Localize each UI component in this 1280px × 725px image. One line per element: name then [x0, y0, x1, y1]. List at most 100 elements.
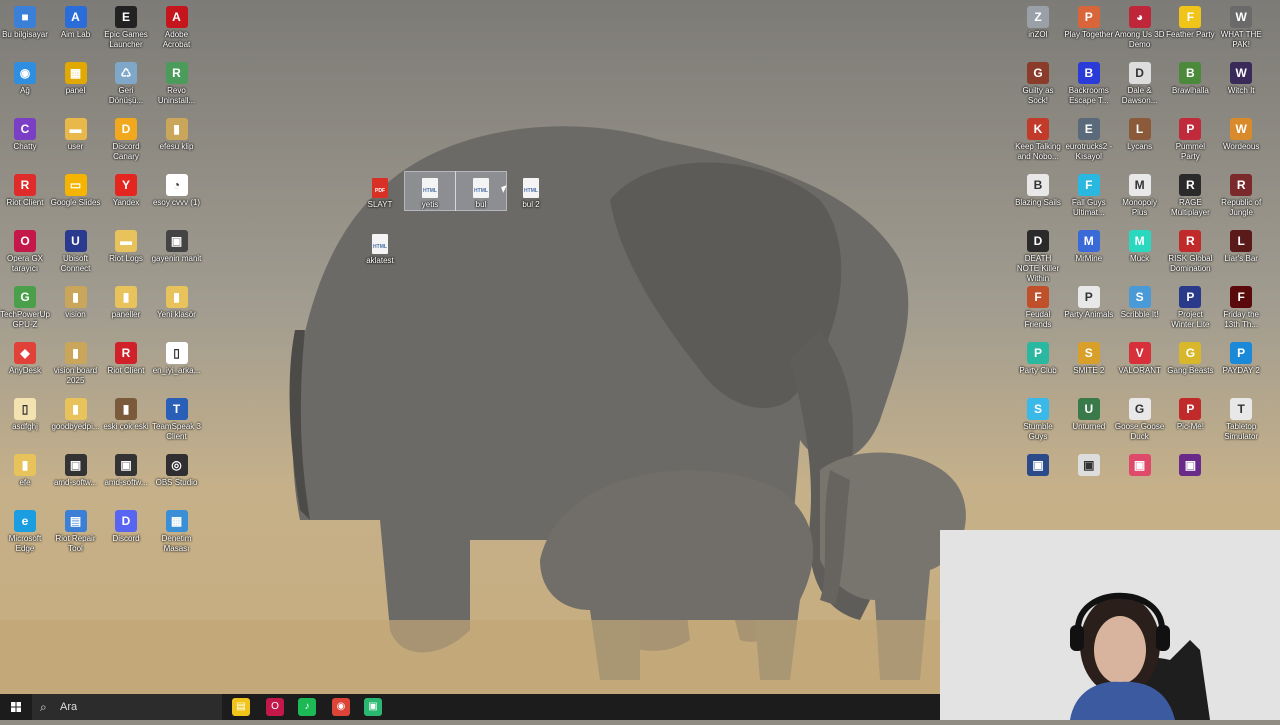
- desktop-icon[interactable]: F Feudal Friends: [1013, 280, 1063, 330]
- desktop-icon[interactable]: E Epic Games Launcher: [101, 0, 151, 50]
- desktop-icon[interactable]: e Microsoft Edge: [0, 504, 50, 554]
- desktop-icon[interactable]: ◆ AnyDesk: [0, 336, 50, 376]
- desktop-icon[interactable]: D Discord Canary: [101, 112, 151, 162]
- desktop-icon[interactable]: ▮ efesu klip: [152, 112, 202, 152]
- desktop-icon[interactable]: G Goose Goose Duck: [1115, 392, 1165, 442]
- desktop-icon[interactable]: ◉ Ağ: [0, 56, 50, 96]
- desktop-icon[interactable]: C Chatty: [0, 112, 50, 152]
- desktop-icon[interactable]: U Unturned: [1064, 392, 1114, 432]
- desktop-icon[interactable]: ▮ eski çok eski: [101, 392, 151, 432]
- taskbar-app-spotify[interactable]: ♪: [298, 698, 316, 716]
- desktop-icon[interactable]: ▮ efe: [0, 448, 50, 488]
- desktop-icon[interactable]: PDF SLAYT: [355, 172, 405, 210]
- desktop-icon[interactable]: HTML yetis: [404, 171, 456, 211]
- desktop-icon[interactable]: A Aim Lab: [51, 0, 101, 40]
- desktop-icon[interactable]: V VALORANT: [1115, 336, 1165, 376]
- desktop-icon[interactable]: G Guilty as Sock!: [1013, 56, 1063, 106]
- desktop-icon[interactable]: W Witch It: [1216, 56, 1266, 96]
- desktop-icon[interactable]: L Lycans: [1115, 112, 1165, 152]
- desktop-icon[interactable]: W Wordeous: [1216, 112, 1266, 152]
- desktop-icon[interactable]: K Keep Talking and Nobo...: [1013, 112, 1063, 162]
- desktop-icon[interactable]: B Brawlhalla: [1165, 56, 1215, 96]
- desktop-icon[interactable]: P Party Animals: [1064, 280, 1114, 320]
- desktop-icon[interactable]: G TechPowerUp GPU-Z: [0, 280, 50, 330]
- desktop-icon[interactable]: ▣ gayenin manit: [152, 224, 202, 264]
- desktop-icon[interactable]: Eeurotrucks2 - Kısayol: [1064, 112, 1114, 162]
- desktop-icon[interactable]: D DEATH NOTE Killer Within: [1013, 224, 1063, 284]
- desktop-icon[interactable]: ▣ amd-softw...: [101, 448, 151, 488]
- taskbar-app-green-app[interactable]: ▣: [364, 698, 382, 716]
- desktop-icon[interactable]: ▣: [1064, 448, 1114, 478]
- desktop-icon-label: Denetim Masası: [161, 534, 192, 553]
- desktop-icon[interactable]: R Revo Uninstall...: [152, 56, 202, 106]
- desktop-icon[interactable]: S Scribble It!: [1115, 280, 1165, 320]
- desktop-icon[interactable]: R Riot Client: [101, 336, 151, 376]
- desktop-icon[interactable]: ▮ Yeni klasör: [152, 280, 202, 320]
- desktop-icon[interactable]: ■ Bu bilgisayar: [0, 0, 50, 40]
- desktop-icon[interactable]: S SMITE 2: [1064, 336, 1114, 376]
- desktop-icon[interactable]: ▯ asdfghj: [0, 392, 50, 432]
- desktop-icon[interactable]: ◔ esoy cvvv (1): [152, 168, 202, 208]
- desktop-icon[interactable]: S Stumble Guys: [1013, 392, 1063, 442]
- desktop-icon[interactable]: ▤ Riot Repair Tool: [51, 504, 101, 554]
- desktop-icon[interactable]: ▦ panel: [51, 56, 101, 96]
- desktop-icon[interactable]: F Friday the 13th Th...: [1216, 280, 1266, 330]
- desktop-icon[interactable]: T Tabletop Simulator: [1216, 392, 1266, 442]
- desktop-icon[interactable]: HTML aklatest: [355, 228, 405, 266]
- desktop-icon[interactable]: ▣: [1115, 448, 1165, 478]
- desktop-icon[interactable]: A Adobe Acrobat: [152, 0, 202, 50]
- desktop-icon[interactable]: ◎ OBS Studio: [152, 448, 202, 488]
- desktop-icon[interactable]: R RAGE Multiplayer: [1165, 168, 1215, 218]
- desktop-icon-label: Yeni klasör: [157, 310, 196, 319]
- desktop-icon[interactable]: ▭ Google Slides: [51, 168, 101, 208]
- desktop-icon[interactable]: L Liar's Bar: [1216, 224, 1266, 264]
- desktop-icon[interactable]: ▮ vision board 2025: [51, 336, 101, 386]
- desktop-icon-label: Project Winter Lite: [1171, 310, 1210, 329]
- taskbar-app-chrome[interactable]: ◉: [332, 698, 350, 716]
- desktop-icon[interactable]: F Fall Guys Ultimat...: [1064, 168, 1114, 218]
- desktop-icon[interactable]: ▬ user: [51, 112, 101, 152]
- taskbar-app-opera-gx[interactable]: O: [266, 698, 284, 716]
- desktop-icon[interactable]: P Party Club: [1013, 336, 1063, 376]
- desktop-icon[interactable]: D Discord: [101, 504, 151, 544]
- desktop-icon[interactable]: ▯ en_iyi_arka...: [152, 336, 202, 376]
- taskbar-app-file-explorer[interactable]: ▤: [232, 698, 250, 716]
- desktop-icon[interactable]: M MrMine: [1064, 224, 1114, 264]
- desktop-icon[interactable]: B Blazing Sails: [1013, 168, 1063, 208]
- desktop-icon[interactable]: M Monopoly Plus: [1115, 168, 1165, 218]
- desktop-icon[interactable]: T TeamSpeak 3 Client: [152, 392, 202, 442]
- start-button[interactable]: [0, 694, 32, 720]
- desktop-icon[interactable]: P Project Winter Lite: [1165, 280, 1215, 330]
- desktop-icon[interactable]: ▮ paneller: [101, 280, 151, 320]
- desktop-icon[interactable]: HTML bul: [455, 171, 507, 211]
- desktop-icon[interactable]: ZinZOI: [1013, 0, 1063, 40]
- desktop-icon[interactable]: ▣ amd-softw...: [51, 448, 101, 488]
- desktop-icon[interactable]: D Dale & Dawson...: [1115, 56, 1165, 106]
- desktop-icon[interactable]: M Muck: [1115, 224, 1165, 264]
- desktop-icon[interactable]: P PAYDAY 2: [1216, 336, 1266, 376]
- desktop-icon[interactable]: ▮ vision: [51, 280, 101, 320]
- desktop-icon[interactable]: ▬ Riot Logs: [101, 224, 151, 264]
- desktop-icon[interactable]: O Opera GX tarayıcı: [0, 224, 50, 274]
- desktop-icon[interactable]: ♺ Geri Dönüşü...: [101, 56, 151, 106]
- desktop-icon[interactable]: HTML bul 2: [506, 172, 556, 210]
- desktop-icon-label: Lycans: [1127, 142, 1153, 151]
- desktop-icon[interactable]: G Gang Beasts: [1165, 336, 1215, 376]
- desktop-icon[interactable]: W WHAT THE PAK!: [1216, 0, 1266, 50]
- desktop-icon[interactable]: P Pummel Party: [1165, 112, 1215, 162]
- desktop-icon[interactable]: Y Yandex: [101, 168, 151, 208]
- desktop-icon[interactable]: R Republic of Jungle: [1216, 168, 1266, 218]
- desktop-icon[interactable]: U Ubisoft Connect: [51, 224, 101, 274]
- desktop-icon[interactable]: P Play Together: [1064, 0, 1114, 40]
- desktop-icon[interactable]: ▦ Denetim Masası: [152, 504, 202, 554]
- desktop-icon[interactable]: R RISK Global Domination: [1165, 224, 1215, 274]
- desktop-icon[interactable]: P Pic-Me!: [1165, 392, 1215, 432]
- desktop-icon[interactable]: R Riot Client: [0, 168, 50, 208]
- taskbar-search-box[interactable]: ⌕ Ara: [32, 694, 222, 720]
- desktop-icon[interactable]: B Backrooms Escape T...: [1064, 56, 1114, 106]
- desktop-icon[interactable]: ▣: [1013, 448, 1063, 478]
- desktop-icon[interactable]: F Feather Party: [1165, 0, 1215, 40]
- desktop-icon[interactable]: ▮ goodbyedpi...: [51, 392, 101, 432]
- desktop-icon[interactable]: ▣: [1165, 448, 1215, 478]
- desktop-icon[interactable]: ◕ Among Us 3D Demo: [1115, 0, 1165, 50]
